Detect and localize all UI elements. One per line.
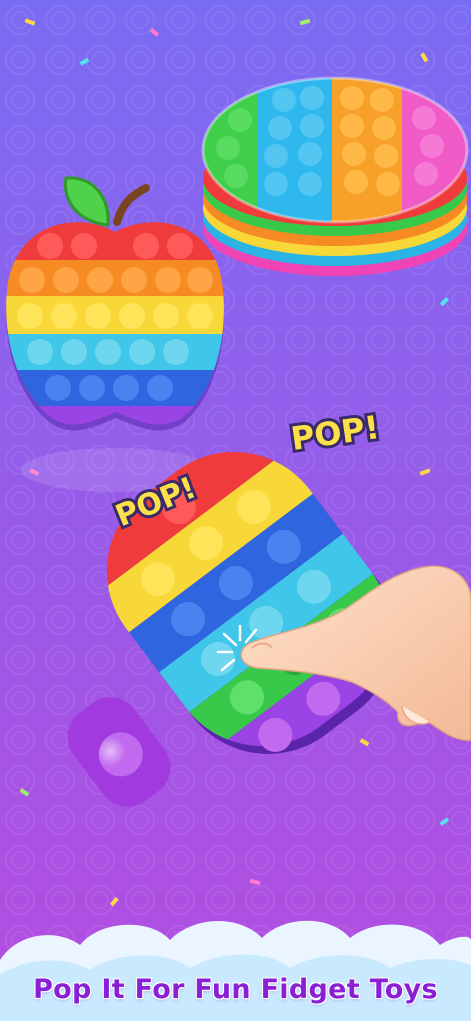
caption-bar: Pop It For Fun Fidget Toys [0, 931, 471, 1021]
round-cake-popit-toy[interactable] [200, 70, 471, 276]
promo-caption: Pop It For Fun Fidget Toys [33, 974, 438, 1005]
game-scene: POP! POP! [0, 0, 471, 1021]
